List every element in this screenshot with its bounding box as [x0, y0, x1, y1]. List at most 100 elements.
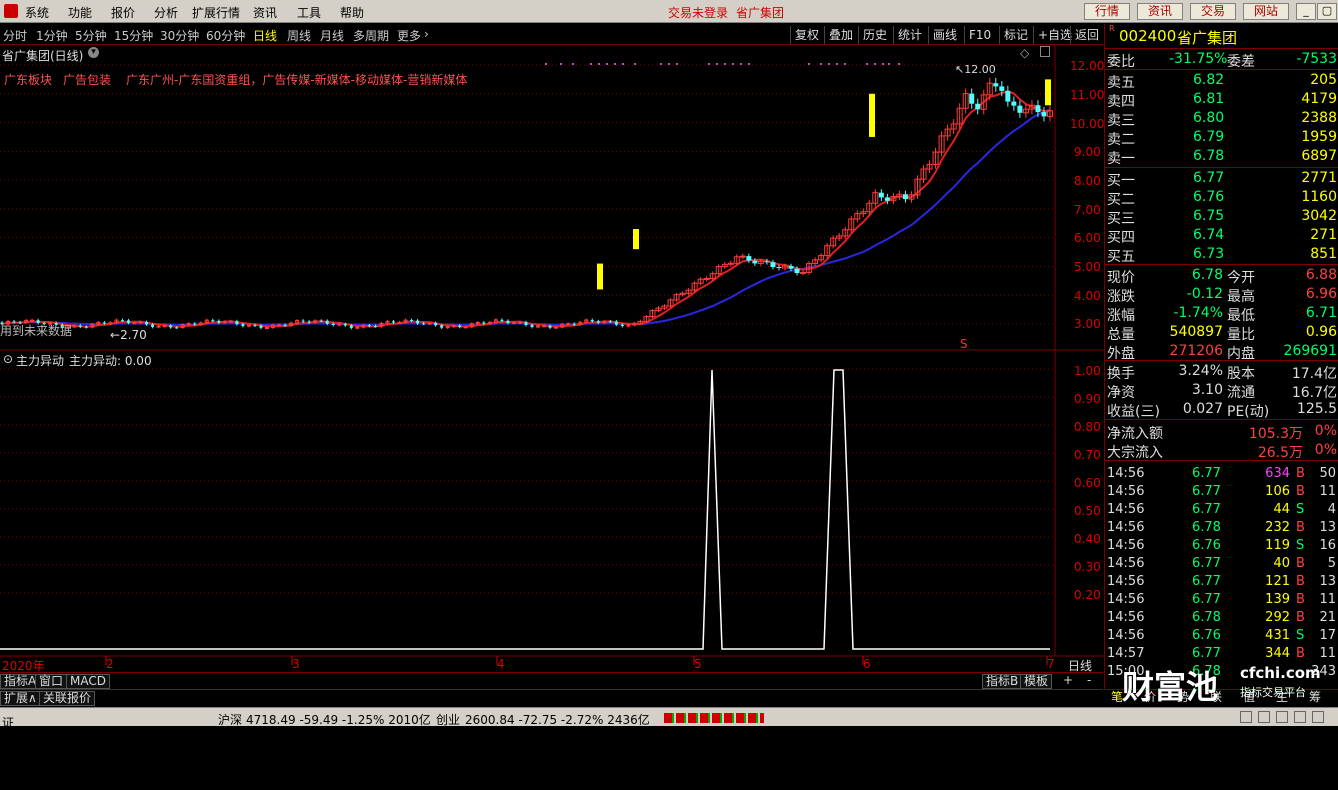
period-daily[interactable]: 日线: [253, 27, 277, 44]
trade-button[interactable]: 交易: [1190, 3, 1236, 20]
bid-row[interactable]: 买四 6.74 271: [1105, 226, 1338, 246]
bid-row[interactable]: 买三 6.75 3042: [1105, 207, 1338, 227]
login-status[interactable]: 交易未登录: [668, 4, 728, 21]
window-toggle-icon[interactable]: [1040, 46, 1050, 57]
website-button[interactable]: 网站: [1243, 3, 1289, 20]
tab-indicator-b[interactable]: 指标B: [982, 674, 1023, 689]
diamond-icon[interactable]: ◇: [1020, 46, 1029, 60]
toolbar-stats[interactable]: 统计: [893, 26, 926, 44]
tick-row: 14:56 6.77 40 B 5: [1104, 555, 1338, 573]
period-60min[interactable]: 60分钟: [206, 27, 245, 44]
tray-icon[interactable]: [1294, 711, 1306, 723]
concept-industry[interactable]: 广告包装: [63, 71, 111, 88]
menu-news[interactable]: 资讯: [253, 4, 277, 21]
tray-icon[interactable]: [1276, 711, 1288, 723]
indicator-name[interactable]: 主力异动: [16, 352, 64, 369]
tray-icon[interactable]: [1258, 711, 1270, 723]
quote-button[interactable]: 行情: [1084, 3, 1130, 20]
toolbar-mark[interactable]: 标记: [999, 26, 1032, 44]
toolbar-overlay[interactable]: 叠加: [824, 26, 857, 44]
indicator-gear-icon[interactable]: ⊙: [3, 352, 13, 366]
tab-macd[interactable]: MACD: [66, 674, 110, 689]
period-1min[interactable]: 1分钟: [36, 27, 68, 44]
stat-value: 269691: [1283, 343, 1337, 359]
stat-row: 总量 540897 量比 0.96: [1105, 323, 1338, 343]
candle-body: [102, 322, 106, 324]
menu-tools[interactable]: 工具: [297, 4, 321, 21]
candle-body: [337, 323, 342, 326]
menu-quote[interactable]: 报价: [111, 4, 135, 21]
x-tick: 5: [694, 657, 702, 671]
toolbar-history[interactable]: 历史: [858, 26, 891, 44]
bid-row[interactable]: 买五 6.73 851: [1105, 245, 1338, 265]
future-data-warning: 用到未来数据: [0, 324, 73, 338]
tick-time: 14:56: [1107, 466, 1145, 481]
bid-row[interactable]: 买一 6.77 2771: [1105, 169, 1338, 189]
tab-expand[interactable]: 扩展∧: [0, 691, 41, 706]
zoom-out-button[interactable]: -: [1084, 674, 1094, 689]
news-button[interactable]: 资讯: [1137, 3, 1183, 20]
toolbar-adjust[interactable]: 复权: [790, 26, 823, 44]
kline-chart-area[interactable]: [0, 45, 1104, 685]
tick-row: 14:56 6.76 119 S 16: [1104, 537, 1338, 555]
signal-dot: [882, 63, 884, 65]
period-monthly[interactable]: 月线: [320, 27, 344, 44]
concept-tags[interactable]: 广东广州-广东国资重组，广告传媒-新媒体-移动媒体-营销新媒体: [126, 71, 467, 88]
toolbar-back[interactable]: 返回: [1070, 26, 1103, 44]
ask-row[interactable]: 卖一 6.78 6897: [1105, 147, 1338, 167]
tick-count: 50: [1319, 466, 1336, 481]
menu-system[interactable]: 系统: [25, 4, 49, 21]
tick-side: B: [1296, 592, 1305, 607]
tab-template[interactable]: 模板: [1020, 674, 1053, 689]
menu-function[interactable]: 功能: [68, 4, 92, 21]
bid-volume: 271: [1310, 227, 1337, 243]
bid-label: 买三: [1107, 211, 1135, 227]
candle-body: [228, 320, 233, 323]
weibi-label: 委比: [1107, 54, 1135, 70]
chevron-right-icon[interactable]: ›: [424, 27, 429, 41]
ask-row[interactable]: 卖五 6.82 205: [1105, 71, 1338, 91]
ask-row[interactable]: 卖三 6.80 2388: [1105, 109, 1338, 129]
y-tick: 3.00: [1074, 317, 1101, 331]
period-multi[interactable]: 多周期: [353, 27, 389, 44]
candle-body: [162, 325, 167, 328]
tick-volume: 44: [1273, 502, 1290, 517]
candle-body: [590, 320, 594, 322]
period-15min[interactable]: 15分钟: [114, 27, 153, 44]
ma-blue-line: [1, 108, 1051, 326]
ask-row[interactable]: 卖四 6.81 4179: [1105, 90, 1338, 110]
stat-label: 涨跌: [1107, 289, 1135, 305]
tray-icon[interactable]: [1312, 711, 1324, 723]
minimize-icon[interactable]: _: [1296, 3, 1316, 20]
period-weekly[interactable]: 周线: [287, 27, 311, 44]
ask-row[interactable]: 卖二 6.79 1959: [1105, 128, 1338, 148]
tick-row: 14:57 6.77 344 B 11: [1104, 645, 1338, 663]
tick-count: 4: [1327, 502, 1336, 517]
period-30min[interactable]: 30分钟: [160, 27, 199, 44]
tab-window[interactable]: 窗口: [35, 674, 68, 689]
concept-region[interactable]: 广东板块: [4, 71, 52, 88]
tab-related-quote[interactable]: 关联报价: [39, 691, 96, 706]
bid-row[interactable]: 买二 6.76 1160: [1105, 188, 1338, 208]
menu-analysis[interactable]: 分析: [154, 4, 178, 21]
ask-price: 6.79: [1193, 129, 1225, 145]
fund-value: 16.7亿: [1291, 385, 1337, 401]
toolbar-f10[interactable]: F10: [964, 26, 995, 44]
fund-value: 3.10: [1191, 382, 1223, 398]
zoom-in-button[interactable]: +: [1060, 674, 1076, 689]
period-timeshare[interactable]: 分时: [3, 27, 27, 44]
fund-label: PE(动): [1227, 404, 1270, 420]
tick-volume: 119: [1265, 538, 1290, 553]
period-5min[interactable]: 5分钟: [75, 27, 107, 44]
toolbar-draw[interactable]: 画线: [928, 26, 961, 44]
restore-icon[interactable]: ▢: [1317, 3, 1337, 20]
stat-label: 最低: [1227, 308, 1255, 324]
tray-icon[interactable]: [1240, 711, 1252, 723]
menu-ext-quote[interactable]: 扩展行情: [192, 4, 240, 21]
menu-help[interactable]: 帮助: [340, 4, 364, 21]
flow-value: 105.3万: [1248, 426, 1303, 442]
candle-body: [211, 320, 215, 322]
x-tick: 7: [1047, 657, 1055, 671]
chevron-down-icon[interactable]: ▾: [88, 47, 99, 58]
period-more[interactable]: 更多: [397, 27, 421, 44]
